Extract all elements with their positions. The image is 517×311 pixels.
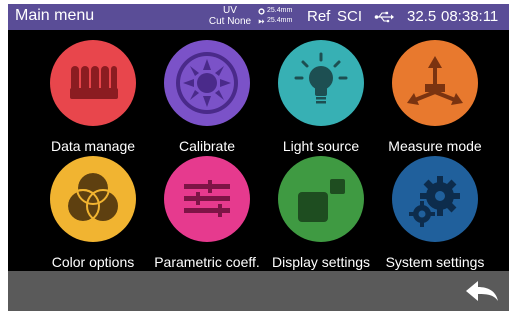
clock: 08:38:11	[441, 8, 499, 25]
sliders-icon	[164, 156, 250, 242]
status-bar: Main menu UV Cut None 25.4mm 25.4mm Ref …	[8, 4, 509, 30]
aperture-icon	[258, 7, 265, 15]
system-settings-label: System settings	[385, 254, 485, 270]
bottom-bar	[8, 271, 509, 311]
measure-mode-label: Measure mode	[388, 138, 482, 154]
back-arrow-icon[interactable]	[464, 279, 500, 303]
cut-label: Cut None	[208, 16, 252, 27]
page-title: Main menu	[15, 7, 95, 24]
usb-icon	[374, 11, 394, 23]
color-options-icon	[50, 156, 136, 242]
device-screen: Main menu UV Cut None 25.4mm 25.4mm Ref …	[8, 4, 509, 311]
measure-mode-icon	[392, 40, 478, 126]
lens-icon	[258, 18, 265, 24]
display-settings-icon	[278, 156, 364, 242]
gears-icon	[392, 156, 478, 242]
aperture-info: 25.4mm 25.4mm	[258, 6, 292, 26]
data-manage-icon	[50, 40, 136, 126]
sci-indicator: SCI	[337, 8, 363, 25]
lens-size: 25.4mm	[267, 17, 293, 24]
uv-filter-status: UV Cut None	[206, 5, 254, 27]
calibrate-icon	[164, 40, 250, 126]
ref-indicator: Ref	[307, 8, 331, 25]
aperture-size: 25.4mm	[267, 7, 293, 14]
light-bulb-icon	[278, 40, 364, 126]
uv-label: UV	[223, 5, 237, 16]
temperature-readout: 32.5	[407, 8, 437, 25]
